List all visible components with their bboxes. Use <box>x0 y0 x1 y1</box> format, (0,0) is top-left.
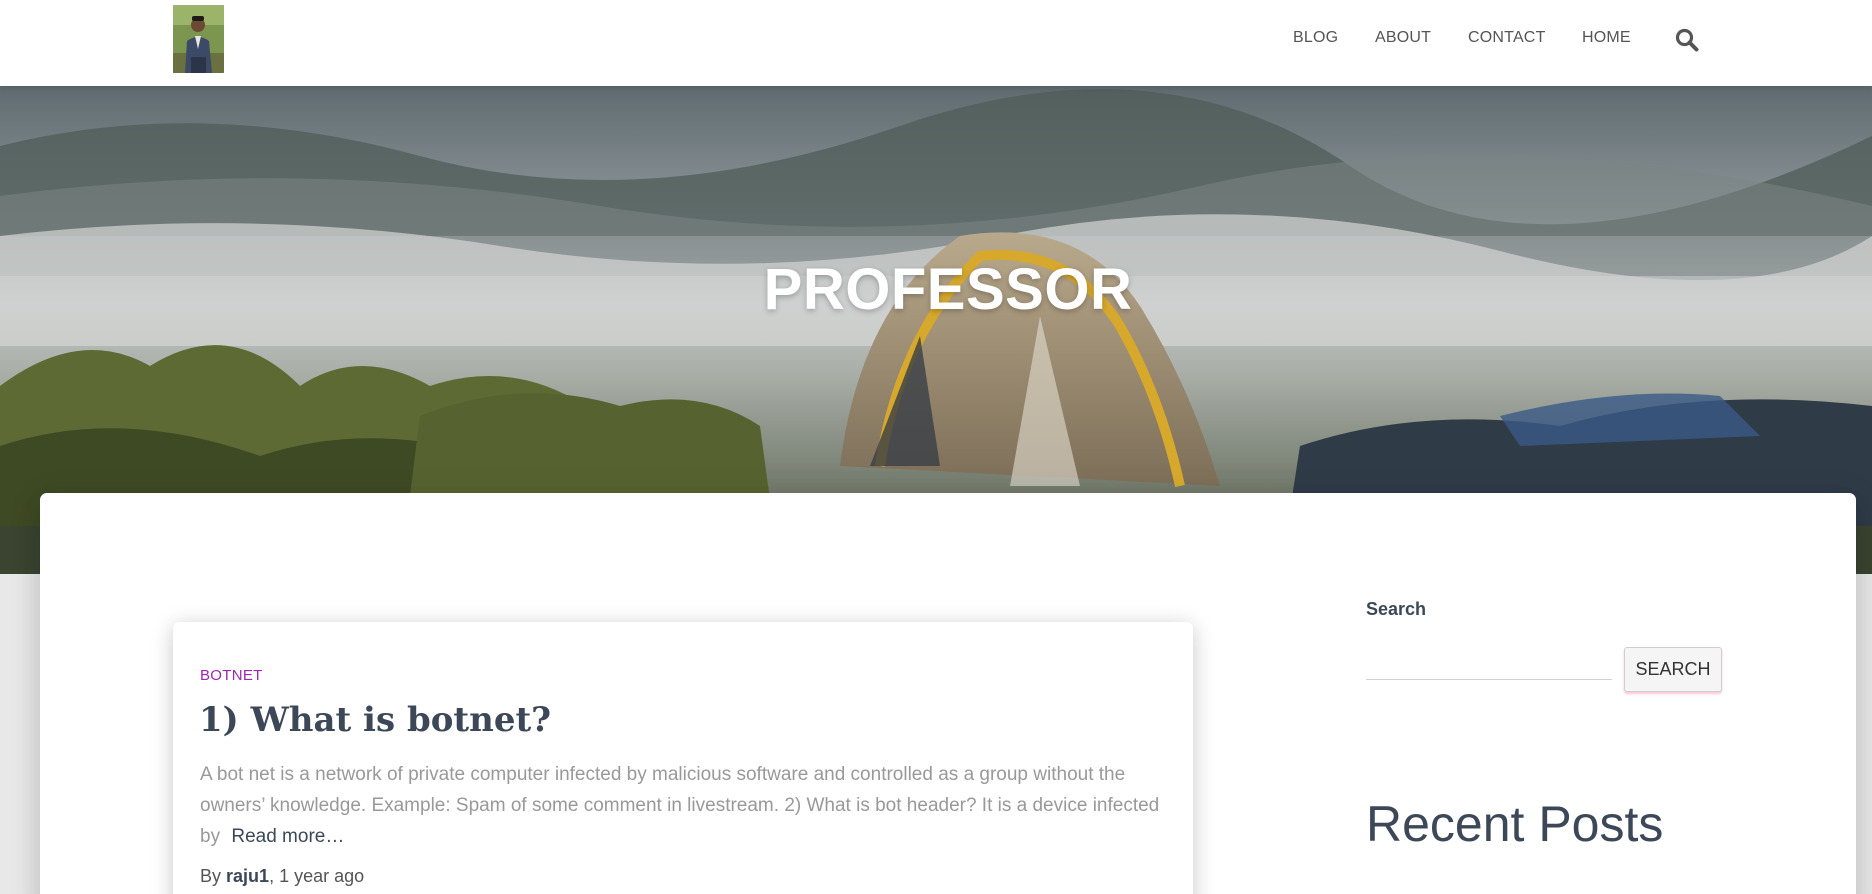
post-meta: By raju1, 1 year ago <box>200 866 364 887</box>
sidebar-search-button[interactable]: SEARCH <box>1624 647 1722 692</box>
post-title-link[interactable]: 1) What is botnet? <box>199 700 551 740</box>
author-avatar-icon[interactable] <box>173 5 224 73</box>
read-more-link[interactable]: Read more… <box>231 826 344 847</box>
avatar-image <box>173 5 224 73</box>
search-icon[interactable] <box>1674 27 1700 53</box>
nav-blog-link[interactable]: BLOG <box>1293 29 1338 47</box>
nav-about-link[interactable]: ABOUT <box>1375 29 1431 47</box>
post-category-link[interactable]: BOTNET <box>200 667 263 684</box>
post-excerpt: A bot net is a network of private comput… <box>200 759 1180 852</box>
page-title: PROFESSOR <box>763 257 1133 322</box>
post-card <box>173 622 1193 894</box>
recent-posts-heading: Recent Posts <box>1366 796 1664 852</box>
by-label: By <box>200 866 222 886</box>
sidebar-search-input[interactable] <box>1366 648 1612 680</box>
nav-contact-link[interactable]: CONTACT <box>1468 29 1546 47</box>
top-navbar: BLOG ABOUT CONTACT HOME <box>0 0 1872 86</box>
author-link[interactable]: raju1 <box>226 866 269 886</box>
post-time: 1 year ago <box>279 866 365 886</box>
nav-home-link[interactable]: HOME <box>1582 29 1631 47</box>
meta-separator: , <box>269 866 275 886</box>
search-widget-heading: Search <box>1366 599 1427 619</box>
